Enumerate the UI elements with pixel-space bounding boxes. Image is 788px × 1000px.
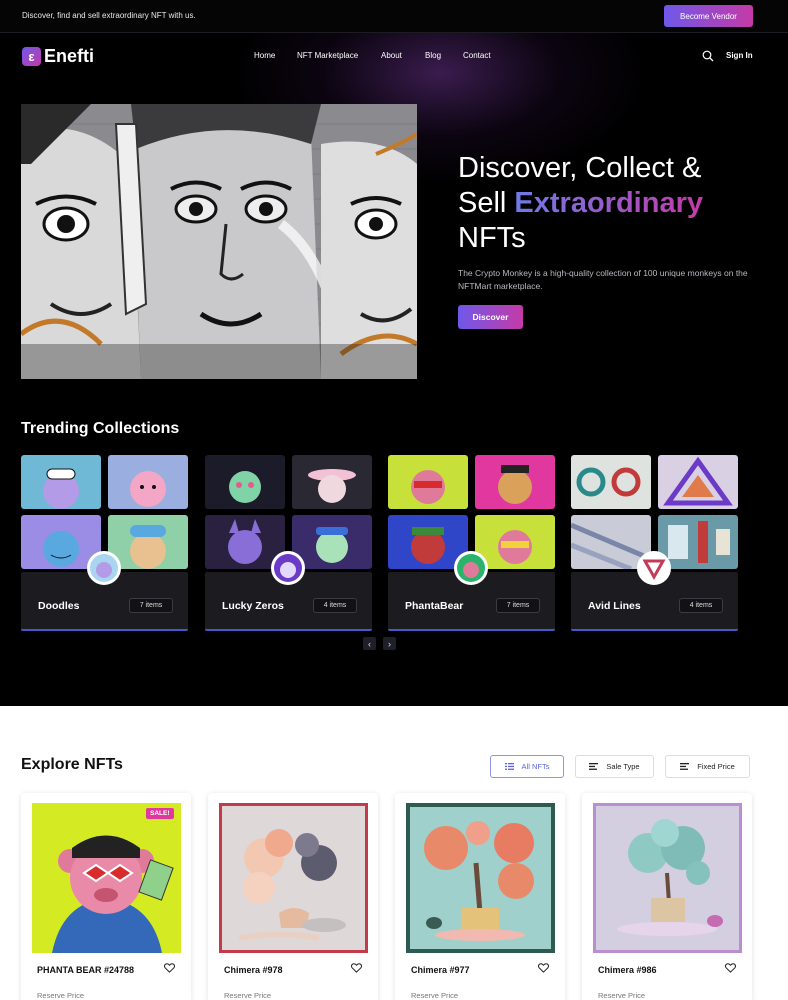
reserve-price-label: Reserve Price [37, 991, 85, 1000]
sale-badge: SALE! [146, 808, 174, 819]
collection-tile [292, 455, 372, 509]
filter-sale-type[interactable]: Sale Type [575, 755, 654, 778]
nft-image [593, 803, 742, 953]
nft-card[interactable]: SALE! PHANTA BEAR #24788 Reserve Price [21, 793, 191, 1000]
collection-avatar [271, 551, 305, 585]
nft-card[interactable]: Chimera #986 Reserve Price [582, 793, 752, 1000]
hero-section: ε Enefti Home NFT Marketplace About Blog… [0, 33, 788, 706]
reserve-price-label: Reserve Price [411, 991, 459, 1000]
heart-icon[interactable] [164, 963, 175, 973]
filter-label: Fixed Price [697, 762, 735, 771]
hero-title-line-3: NFTs [458, 222, 526, 254]
nft-title[interactable]: Chimera #978 [224, 965, 283, 975]
collection-tile [108, 455, 188, 509]
collection-avatar [637, 551, 671, 585]
collection-card-avid-lines[interactable]: Avid Lines 4 items [571, 455, 738, 631]
filter-label: All NFTs [521, 762, 550, 771]
nav-item-home[interactable]: Home [254, 51, 275, 60]
sign-in-link[interactable]: Sign In [726, 51, 753, 60]
search-icon[interactable] [702, 50, 714, 62]
announcement-bar: Discover, find and sell extraordinary NF… [0, 0, 788, 33]
collection-card-lucky-zeros[interactable]: Lucky Zeros 4 items [205, 455, 372, 631]
collection-tile [292, 515, 372, 569]
collection-count-badge: 7 items [496, 598, 540, 613]
hero-title-line-2: Sell Extraordinary [458, 186, 758, 221]
hero-title: Discover, Collect & Sell Extraordinary N… [458, 151, 758, 256]
collection-name: PhantaBear [405, 600, 464, 612]
nft-title[interactable]: PHANTA BEAR #24788 [37, 965, 134, 975]
nft-image [219, 803, 368, 953]
become-vendor-button[interactable]: Become Vendor [664, 5, 753, 27]
collection-tile [658, 455, 738, 509]
collection-tile [475, 515, 555, 569]
nft-title[interactable]: Chimera #986 [598, 965, 657, 975]
collection-card-doodles[interactable]: Doodles 7 items [21, 455, 188, 631]
collection-name: Lucky Zeros [222, 600, 284, 612]
discover-button[interactable]: Discover [458, 305, 523, 329]
collection-tile [388, 455, 468, 509]
hero-title-line-1: Discover, Collect & [458, 152, 702, 184]
nft-image [406, 803, 555, 953]
nav-item-contact[interactable]: Contact [463, 51, 491, 60]
hero-description: The Crypto Monkey is a high-quality coll… [458, 268, 748, 291]
explore-title: Explore NFTs [21, 756, 123, 773]
carousel-next-button[interactable]: › [383, 637, 396, 650]
heart-icon[interactable] [351, 963, 362, 973]
collection-count-badge: 4 items [313, 598, 357, 613]
collection-tile [108, 515, 188, 569]
carousel-prev-button[interactable]: ‹ [363, 637, 376, 650]
nav-item-nft-marketplace[interactable]: NFT Marketplace [297, 51, 358, 60]
collection-count-badge: 4 items [679, 598, 723, 613]
nft-title[interactable]: Chimera #977 [411, 965, 470, 975]
filter-fixed-price[interactable]: Fixed Price [665, 755, 750, 778]
reserve-price-label: Reserve Price [598, 991, 646, 1000]
reserve-price-label: Reserve Price [224, 991, 272, 1000]
nav-item-about[interactable]: About [381, 51, 402, 60]
trending-title: Trending Collections [21, 420, 180, 437]
filter-label: Sale Type [606, 762, 640, 771]
collection-tile [475, 455, 555, 509]
hero-artwork [21, 104, 417, 379]
collection-tile [571, 455, 651, 509]
nft-image: SALE! [32, 803, 181, 953]
filter-all-nfts[interactable]: All NFTs [490, 755, 564, 778]
heart-icon[interactable] [538, 963, 549, 973]
nft-card[interactable]: Chimera #978 Reserve Price [208, 793, 378, 1000]
filter-lines-icon [589, 763, 599, 770]
main-nav: Home NFT Marketplace About Blog Contact [0, 51, 788, 63]
collection-tile [205, 455, 285, 509]
list-icon [504, 763, 514, 770]
heart-icon[interactable] [725, 963, 736, 973]
nft-card[interactable]: Chimera #977 Reserve Price [395, 793, 565, 1000]
collection-avatar [454, 551, 488, 585]
collection-count-badge: 7 items [129, 598, 173, 613]
nav-item-blog[interactable]: Blog [425, 51, 441, 60]
collection-name: Doodles [38, 600, 80, 612]
collection-tile [658, 515, 738, 569]
filter-lines-icon [680, 763, 690, 770]
hero-title-sell: Sell [458, 187, 515, 219]
collection-card-phantabear[interactable]: PhantaBear 7 items [388, 455, 555, 631]
collection-tile [21, 455, 101, 509]
announcement-text: Discover, find and sell extraordinary NF… [22, 11, 196, 20]
hero-title-highlight: Extraordinary [514, 187, 703, 219]
collection-name: Avid Lines [588, 600, 641, 612]
collection-avatar [87, 551, 121, 585]
